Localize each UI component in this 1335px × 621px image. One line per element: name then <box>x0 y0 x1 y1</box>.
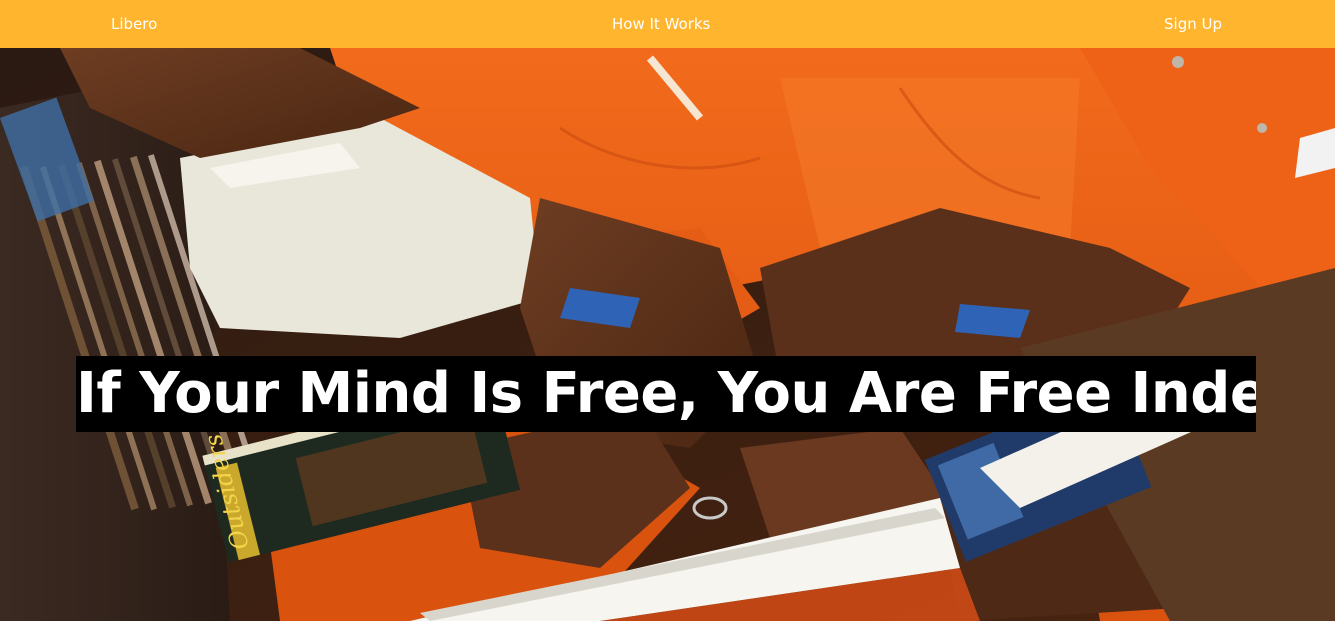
top-navbar: Libero How It Works Sign Up <box>0 0 1335 48</box>
hero-headline: If Your Mind Is Free, You Are Free Indee… <box>76 355 1256 432</box>
hero-section: Outsiders If Your Mind Is Free, You Are … <box>0 48 1335 621</box>
brand-link[interactable]: Libero <box>111 0 157 48</box>
sign-up-link[interactable]: Sign Up <box>1164 0 1222 48</box>
hero-background-image: Outsiders <box>0 48 1335 621</box>
landing-page: Libero How It Works Sign Up Outsiders If… <box>0 0 1335 621</box>
how-it-works-link[interactable]: How It Works <box>612 0 710 48</box>
